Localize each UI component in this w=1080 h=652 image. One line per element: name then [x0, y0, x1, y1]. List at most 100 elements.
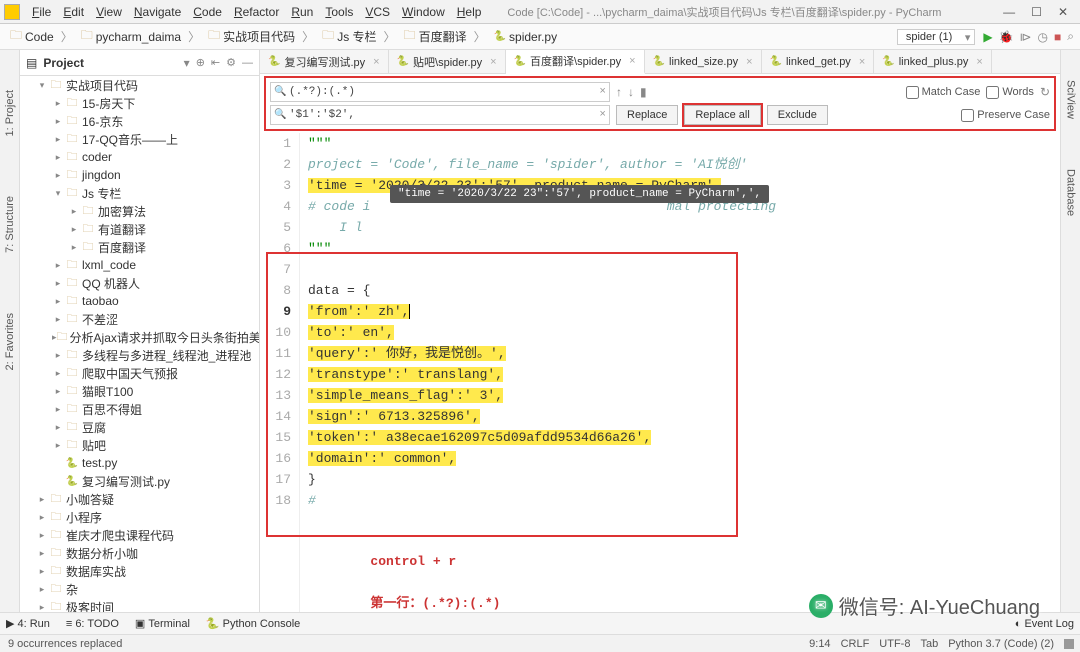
preserve-case-check[interactable]: Preserve Case: [961, 109, 1050, 122]
stop-icon[interactable]: ■: [1054, 30, 1061, 44]
tree-item[interactable]: ▸🗀lxml_code: [20, 256, 259, 274]
clear-icon[interactable]: ×: [599, 109, 606, 121]
tree-item[interactable]: ▸🗀贴吧: [20, 436, 259, 454]
tree-item[interactable]: 🐍复习编写测试.py: [20, 472, 259, 490]
tree-item[interactable]: ▸🗀不差涩: [20, 310, 259, 328]
indent-info[interactable]: Tab: [920, 638, 938, 650]
lock-icon[interactable]: [1064, 639, 1074, 649]
close-tab-icon[interactable]: ×: [746, 56, 752, 68]
breadcrumb[interactable]: 🗀实战项目代码: [204, 26, 318, 47]
minimize-icon[interactable]: —: [1003, 5, 1015, 19]
scroll-from-source-icon[interactable]: ⊕: [196, 56, 205, 69]
tree-item[interactable]: ▸🗀16-京东: [20, 112, 259, 130]
code-line[interactable]: 'query':' 你好，我是悦创。',: [308, 343, 1060, 364]
search-everywhere-icon[interactable]: ⌕: [1067, 29, 1074, 44]
tree-item[interactable]: ▸🗀数据分析小咖: [20, 544, 259, 562]
tree-item[interactable]: ▸🗀小咖答疑: [20, 490, 259, 508]
tree-item[interactable]: ▸🗀有道翻译: [20, 220, 259, 238]
tool-structure[interactable]: 7: Structure: [4, 196, 16, 253]
close-tab-icon[interactable]: ×: [373, 56, 379, 68]
code-line[interactable]: 'transtype':' translang',: [308, 364, 1060, 385]
tree-item[interactable]: ▸🗀数据库实战: [20, 562, 259, 580]
breadcrumb[interactable]: 🗀pycharm_daima: [77, 26, 204, 47]
menu-vcs[interactable]: VCS: [359, 5, 396, 19]
menu-refactor[interactable]: Refactor: [228, 5, 285, 19]
code-line[interactable]: """: [308, 133, 1060, 154]
replace-input[interactable]: 🔍 '$1':'$2', ×: [270, 105, 610, 125]
tree-item[interactable]: ▸🗀豆腐: [20, 418, 259, 436]
line-separator[interactable]: CRLF: [841, 638, 870, 650]
tree-item[interactable]: ▸🗀coder: [20, 148, 259, 166]
run-icon[interactable]: ▶: [983, 30, 992, 44]
tool-sciview[interactable]: SciView: [1065, 80, 1077, 119]
run-config-selector[interactable]: spider (1)▾: [897, 29, 975, 45]
clear-icon[interactable]: ×: [599, 86, 606, 98]
tree-item[interactable]: ▾🗀Js 专栏: [20, 184, 259, 202]
code-line[interactable]: #: [308, 490, 1060, 511]
code-line[interactable]: 'from':' zh',: [308, 301, 1060, 322]
breadcrumb[interactable]: 🗀Code: [6, 26, 77, 47]
maximize-icon[interactable]: ☐: [1031, 5, 1042, 19]
tool-project[interactable]: 1: Project: [4, 90, 16, 136]
words-check[interactable]: Words: [986, 86, 1034, 99]
collapse-all-icon[interactable]: ⇤: [211, 56, 220, 69]
exclude-button[interactable]: Exclude: [767, 105, 828, 125]
close-tab-icon[interactable]: ×: [629, 55, 635, 67]
tree-item[interactable]: ▾🗀实战项目代码: [20, 76, 259, 94]
tree-item[interactable]: ▸🗀17-QQ音乐——上: [20, 130, 259, 148]
gear-icon[interactable]: ⚙: [226, 56, 236, 69]
breadcrumb[interactable]: 🗀Js 专栏: [318, 26, 399, 47]
tree-item[interactable]: ▸🗀多线程与多进程_线程池_进程池: [20, 346, 259, 364]
tree-item[interactable]: ▸🗀15-房天下: [20, 94, 259, 112]
editor-tab[interactable]: 🐍linked_get.py×: [762, 50, 875, 73]
editor-tab[interactable]: 🐍复习编写测试.py×: [260, 50, 389, 73]
menu-help[interactable]: Help: [451, 5, 488, 19]
breadcrumb[interactable]: 🐍spider.py: [490, 30, 568, 44]
code-line[interactable]: 'sign':' 6713.325896',: [308, 406, 1060, 427]
menu-run[interactable]: Run: [285, 5, 319, 19]
tree-item[interactable]: ▸🗀小程序: [20, 508, 259, 526]
code-line[interactable]: """: [308, 238, 1060, 259]
close-tab-icon[interactable]: ×: [976, 56, 982, 68]
code-line[interactable]: 'domain':' common',: [308, 448, 1060, 469]
code-line[interactable]: I l: [308, 217, 1060, 238]
menu-window[interactable]: Window: [396, 5, 451, 19]
code-line[interactable]: [308, 259, 1060, 280]
code-line[interactable]: }: [308, 469, 1060, 490]
breadcrumb[interactable]: 🗀百度翻译: [400, 26, 490, 47]
profile-icon[interactable]: ◷: [1038, 30, 1048, 44]
tree-item[interactable]: ▸🗀猫眼T100: [20, 382, 259, 400]
tree-item[interactable]: ▸🗀加密算法: [20, 202, 259, 220]
hide-icon[interactable]: —: [242, 57, 253, 69]
tab-todo[interactable]: ≡ 6: TODO: [66, 618, 119, 630]
code-line[interactable]: 'to':' en',: [308, 322, 1060, 343]
code-line[interactable]: 'token':' a38ecae162097c5d09afdd9534d66a…: [308, 427, 1060, 448]
code-line[interactable]: data = {: [308, 280, 1060, 301]
next-match-icon[interactable]: ↓: [628, 85, 634, 99]
close-icon[interactable]: ✕: [1058, 5, 1068, 19]
python-interpreter[interactable]: Python 3.7 (Code) (2): [948, 638, 1054, 650]
history-icon[interactable]: ↻: [1040, 85, 1050, 99]
encoding[interactable]: UTF-8: [879, 638, 910, 650]
tool-favorites[interactable]: 2: Favorites: [4, 313, 16, 370]
editor-tab[interactable]: 🐍贴吧\spider.py×: [389, 50, 506, 73]
menu-tools[interactable]: Tools: [319, 5, 359, 19]
menu-edit[interactable]: Edit: [57, 5, 90, 19]
menu-navigate[interactable]: Navigate: [128, 5, 187, 19]
editor-tab[interactable]: 🐍linked_plus.py×: [874, 50, 992, 73]
tree-item[interactable]: 🐍test.py: [20, 454, 259, 472]
tree-item[interactable]: ▸🗀杂: [20, 580, 259, 598]
code-editor[interactable]: 123456789101112131415161718 """project =…: [260, 133, 1060, 612]
code-line[interactable]: project = 'Code', file_name = 'spider', …: [308, 154, 1060, 175]
filter-icon[interactable]: ▮: [640, 85, 647, 99]
tab-run[interactable]: ▶ 4: Run: [6, 617, 50, 630]
find-input[interactable]: 🔍 (.*?):(.*) ×: [270, 82, 610, 102]
match-case-check[interactable]: Match Case: [906, 86, 981, 99]
tab-terminal[interactable]: ▣ Terminal: [135, 617, 190, 630]
tree-item[interactable]: ▸🗀爬取中国天气预报: [20, 364, 259, 382]
replace-all-button[interactable]: Replace all: [684, 105, 760, 125]
debug-icon[interactable]: 🐞: [999, 30, 1014, 44]
tree-item[interactable]: ▸🗀百度翻译: [20, 238, 259, 256]
tree-item[interactable]: ▸🗀极客时间: [20, 598, 259, 612]
tree-item[interactable]: ▸🗀分析Ajax请求并抓取今日头条街拍美: [20, 328, 259, 346]
